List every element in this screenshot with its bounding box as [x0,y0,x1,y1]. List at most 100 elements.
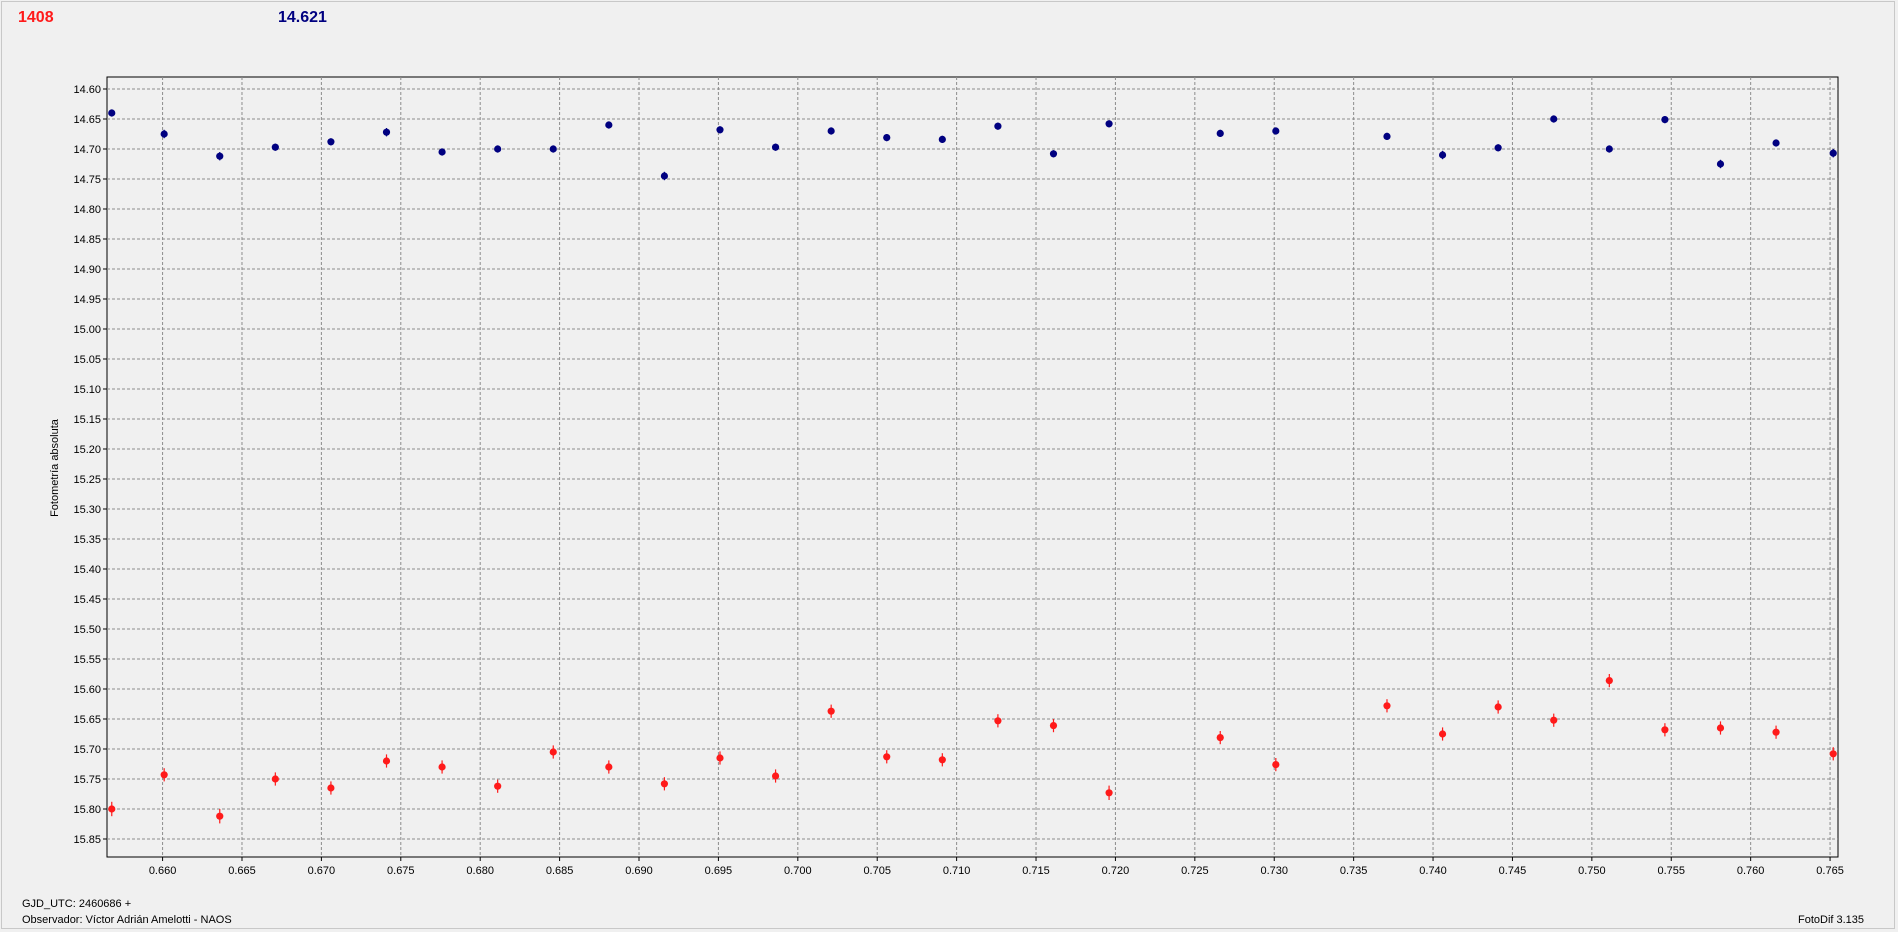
x-tick-label: 0.720 [1102,865,1130,877]
data-point [216,152,224,160]
data-point [1772,728,1780,736]
x-tick-label: 0.660 [149,865,177,877]
y-tick-label: 15.05 [73,354,101,366]
x-tick-label: 0.680 [466,865,494,877]
x-tick-label: 0.765 [1816,865,1844,877]
data-point [494,782,502,790]
y-tick-label: 15.15 [73,414,101,426]
data-point [994,122,1002,130]
data-point [108,805,116,813]
x-tick-label: 0.695 [705,865,733,877]
data-point [660,172,669,180]
x-tick-label: 0.735 [1340,865,1368,877]
data-point [216,812,224,820]
data-point [327,138,335,146]
y-tick-label: 14.80 [73,204,101,216]
y-tick-label: 15.00 [73,324,101,336]
y-tick-label: 14.70 [73,144,101,156]
data-point [660,780,669,788]
data-point [1829,149,1837,157]
y-tick-label: 15.20 [73,444,101,456]
data-point [1829,750,1837,758]
data-point [108,109,116,117]
y-tick-label: 15.50 [73,624,101,636]
y-tick-label: 15.45 [73,594,101,606]
y-tick-label: 15.60 [73,684,101,696]
data-point [494,145,502,153]
data-point [883,753,891,761]
y-axis-label: Fotometría absoluta [49,419,61,517]
data-point [549,748,557,756]
x-tick-label: 0.665 [228,865,256,877]
y-tick-label: 15.65 [73,714,101,726]
x-tick-label: 0.725 [1181,865,1209,877]
y-tick-label: 14.90 [73,264,101,276]
data-point [549,145,557,153]
data-point [438,763,446,771]
y-tick-label: 14.85 [73,234,101,246]
data-point [1605,145,1613,153]
plot-area [106,76,1839,858]
data-point [382,128,391,136]
y-tick-label: 15.40 [73,564,101,576]
data-point [1605,677,1613,685]
y-tick-label: 15.80 [73,804,101,816]
data-point [1216,129,1224,137]
data-point [1772,139,1780,147]
x-tick-label: 0.750 [1578,865,1606,877]
data-point [1383,132,1391,140]
x-tick-label: 0.730 [1260,865,1288,877]
y-tick-label: 14.65 [73,114,101,126]
data-point [1494,703,1502,711]
data-point [771,772,780,780]
data-point [1661,116,1669,124]
data-point [1049,150,1058,158]
data-point [994,717,1002,725]
data-point [1661,726,1669,734]
y-tick-label: 15.75 [73,774,101,786]
data-point [716,126,724,134]
software-version-label: FotoDif 3.135 [1798,914,1865,926]
data-point [327,784,335,792]
x-tick-label: 0.760 [1737,865,1765,877]
data-point [1216,734,1224,742]
x-tick-label: 0.700 [784,865,812,877]
gjd-label: GJD_UTC: 2460686 + [22,898,132,910]
x-tick-label: 0.740 [1419,865,1447,877]
data-point [271,143,279,151]
data-point [271,775,279,783]
photometry-chart: 14.60 14.65 14.70 14.75 14.80 14.85 14.90 14.95… [73,76,1844,877]
data-point [883,134,891,142]
data-point [938,756,946,764]
x-tick-label: 0.710 [943,865,971,877]
y-tick-label: 15.85 [73,834,101,846]
data-point [1438,151,1447,159]
data-point [827,127,835,135]
data-point [938,135,946,143]
data-point [1105,789,1113,797]
x-tick-label: 0.755 [1657,865,1685,877]
y-tick-label: 15.70 [73,744,101,756]
x-tick-label: 0.675 [387,865,415,877]
data-point [771,143,780,151]
observer-label: Observador: Víctor Adrián Amelotti - NAO… [22,914,232,926]
data-point [1716,724,1725,732]
data-point [1550,115,1558,123]
y-tick-label: 15.55 [73,654,101,666]
y-tick-label: 15.10 [73,384,101,396]
data-point [1383,702,1391,710]
data-point [1272,761,1280,769]
data-point [160,771,168,779]
x-tick-label: 0.715 [1022,865,1050,877]
data-point [1716,160,1725,168]
data-point [605,763,613,771]
data-point [160,130,168,138]
y-tick-label: 15.30 [73,504,101,516]
data-point [1494,144,1502,152]
data-point [1550,716,1558,724]
y-tick-label: 14.95 [73,294,101,306]
data-point [438,148,446,156]
y-tick-label: 15.35 [73,534,101,546]
y-tick-label: 15.25 [73,474,101,486]
data-point [1272,127,1280,135]
